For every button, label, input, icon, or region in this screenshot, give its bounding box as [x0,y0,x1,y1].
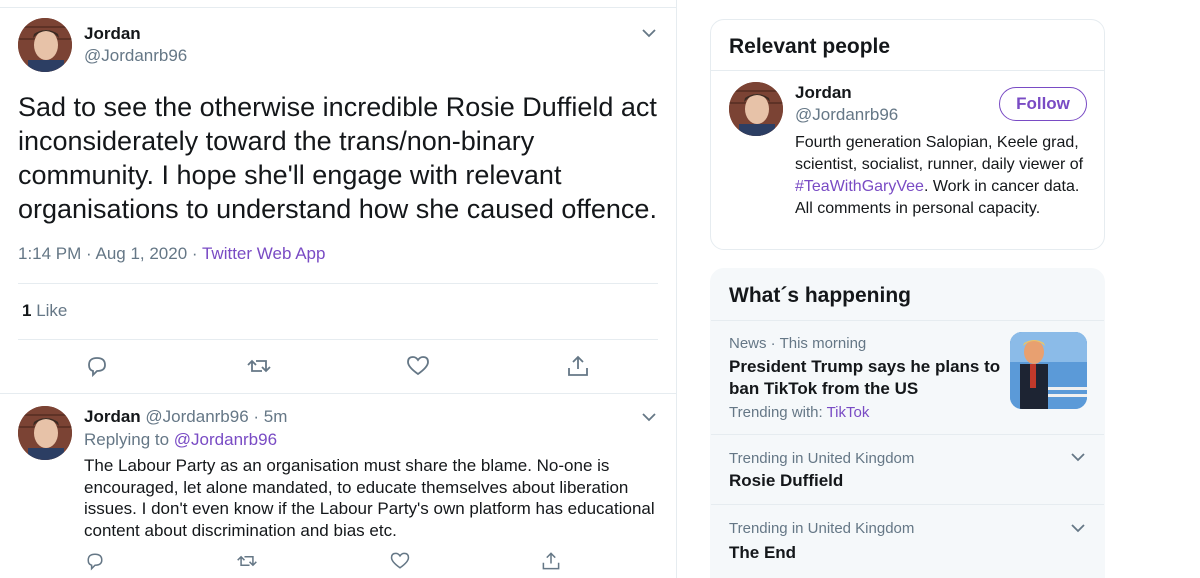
share-icon[interactable] [540,550,562,572]
reply-handle-time: @Jordanrb96 · 5m [140,407,288,426]
divider [18,339,658,340]
reply-author-name: Jordan [84,407,141,426]
reply-icon[interactable] [84,550,106,572]
follow-button[interactable]: Follow [999,87,1087,121]
divider [18,283,658,284]
reply-header[interactable]: Jordan @Jordanrb96 · 5m [84,407,287,427]
replying-label: Replying to [84,430,174,449]
avatar[interactable] [18,18,72,72]
chevron-down-icon[interactable] [1069,448,1087,466]
news-thumbnail[interactable] [1010,332,1087,409]
relevant-people-card: Relevant people Jordan @Jordanrb96 Follo… [710,19,1105,250]
whats-happening-title: What´s happening [729,284,911,307]
chevron-down-icon[interactable] [640,24,658,42]
divider [711,70,1104,71]
divider [711,434,1104,435]
trending-with-link[interactable]: TikTok [827,404,870,421]
divider [711,320,1104,321]
divider [711,504,1104,505]
trending-with: Trending with: TikTok [729,404,869,421]
relevant-people-title: Relevant people [729,35,891,58]
tweet-source-app[interactable]: Twitter Web App [202,244,325,263]
author-name[interactable]: Jordan [84,24,141,44]
author-handle[interactable]: @Jordanrb96 [84,46,187,66]
like-icon[interactable] [405,353,431,379]
trend-title[interactable]: President Trump says he plans to ban Tik… [729,356,1004,400]
trend-title[interactable]: The End [729,542,796,564]
person-bio: Fourth generation Salopian, Keele grad, … [795,132,1090,220]
person-name[interactable]: Jordan [795,83,852,103]
chevron-down-icon[interactable] [1069,519,1087,537]
like-count-label: Like [31,301,68,320]
trend-title[interactable]: Rosie Duffield [729,470,843,492]
top-divider [0,7,677,8]
divider [0,393,677,394]
tweet-timestamp[interactable]: 1:14 PM · Aug 1, 2020 · [18,244,202,263]
trending-with-label: Trending with: [729,404,827,421]
whats-happening-card: What´s happening News · This morning Pre… [710,268,1105,578]
replying-to-link[interactable]: @Jordanrb96 [174,430,277,449]
tweet-text: Sad to see the otherwise incredible Rosi… [18,92,657,224]
person-handle[interactable]: @Jordanrb96 [795,105,898,125]
main-column: Jordan @Jordanrb96 Sad to see the otherw… [0,0,677,578]
trend-context: Trending in United Kingdom [729,520,915,537]
avatar[interactable] [729,82,783,136]
bio-text: Fourth generation Salopian, Keele grad, … [795,134,1084,173]
trend-context: Trending in United Kingdom [729,450,915,467]
tweet-meta: 1:14 PM · Aug 1, 2020 · Twitter Web App [18,244,325,264]
chevron-down-icon[interactable] [640,408,658,426]
like-icon[interactable] [389,550,411,572]
trend-context: News · This morning [729,335,867,352]
reply-icon[interactable] [84,353,110,379]
replying-to: Replying to @Jordanrb96 [84,430,277,450]
retweet-icon[interactable] [236,550,258,572]
share-icon[interactable] [565,353,591,379]
bio-hashtag-link[interactable]: #TeaWithGaryVee [795,178,924,195]
avatar[interactable] [18,406,72,460]
retweet-icon[interactable] [246,353,272,379]
like-count[interactable]: 1 Like [22,301,67,321]
reply-text: The Labour Party as an organisation must… [84,456,655,540]
